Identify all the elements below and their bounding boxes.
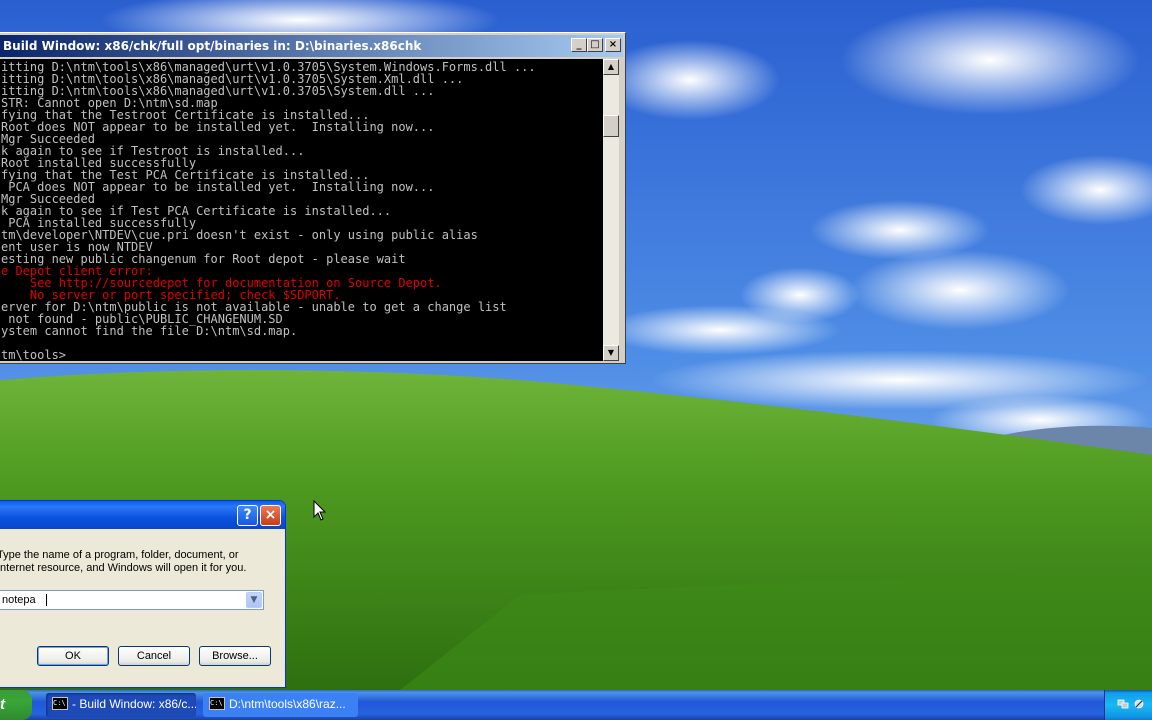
task-label: - Build Window: x86/c... bbox=[72, 697, 196, 711]
scroll-thumb[interactable] bbox=[603, 115, 619, 137]
console-titlebar[interactable]: Build Window: x86/chk/full opt/binaries … bbox=[0, 35, 623, 57]
taskbar: t C:\ - Build Window: x86/c... C:\ D:\ntm\… bbox=[0, 690, 1152, 720]
help-button[interactable]: ? bbox=[237, 505, 258, 526]
console-output[interactable]: itting D:\ntm\tools\x86\managed\urt\v1.0… bbox=[0, 59, 603, 361]
dropdown-arrow-icon[interactable]: ▼ bbox=[246, 592, 262, 608]
scroll-up-arrow-icon[interactable]: ▲ bbox=[603, 59, 619, 75]
start-label: t bbox=[0, 696, 5, 713]
system-tray bbox=[1104, 690, 1152, 720]
console-line: ystem cannot find the file D:\ntm\sd.map… bbox=[1, 324, 298, 338]
console-icon: C:\ bbox=[52, 697, 68, 711]
browse-button[interactable]: Browse... bbox=[199, 646, 271, 666]
console-icon: C:\ bbox=[209, 697, 225, 711]
run-close-button[interactable]: × bbox=[260, 505, 281, 526]
console-line: tm\tools> bbox=[1, 348, 67, 361]
close-button[interactable]: × bbox=[605, 38, 621, 52]
console-scrollbar[interactable]: ▲ ▼ bbox=[603, 59, 619, 361]
taskbar-button-tools-console[interactable]: C:\ D:\ntm\tools\x86\raz... bbox=[203, 693, 358, 717]
run-dialog-titlebar[interactable]: ? × bbox=[0, 501, 285, 529]
open-input[interactable]: notepa bbox=[2, 593, 36, 607]
maximize-button[interactable]: □ bbox=[587, 38, 603, 52]
network-icon[interactable] bbox=[1117, 698, 1129, 710]
scroll-down-arrow-icon[interactable]: ▼ bbox=[603, 345, 619, 361]
run-prompt-text: Type the name of a program, folder, docu… bbox=[0, 549, 247, 574]
taskbar-button-build-window[interactable]: C:\ - Build Window: x86/c... bbox=[46, 693, 196, 717]
mouse-pointer-icon bbox=[313, 500, 327, 521]
cancel-button[interactable]: Cancel bbox=[118, 646, 190, 666]
start-button[interactable]: t bbox=[0, 690, 32, 720]
tray-tool-icon[interactable] bbox=[1133, 698, 1145, 710]
text-caret bbox=[46, 594, 47, 606]
ok-button[interactable]: OK bbox=[37, 646, 109, 666]
open-combobox[interactable]: notepa ▼ bbox=[0, 590, 264, 610]
task-label: D:\ntm\tools\x86\raz... bbox=[229, 697, 346, 711]
build-console-window[interactable]: Build Window: x86/chk/full opt/binaries … bbox=[0, 32, 626, 364]
console-lines: itting D:\ntm\tools\x86\managed\urt\v1.0… bbox=[0, 59, 603, 361]
console-title: Build Window: x86/chk/full opt/binaries … bbox=[3, 39, 422, 53]
run-dialog[interactable]: ? × Type the name of a program, folder, … bbox=[0, 500, 286, 688]
minimize-button[interactable]: _ bbox=[571, 38, 587, 52]
